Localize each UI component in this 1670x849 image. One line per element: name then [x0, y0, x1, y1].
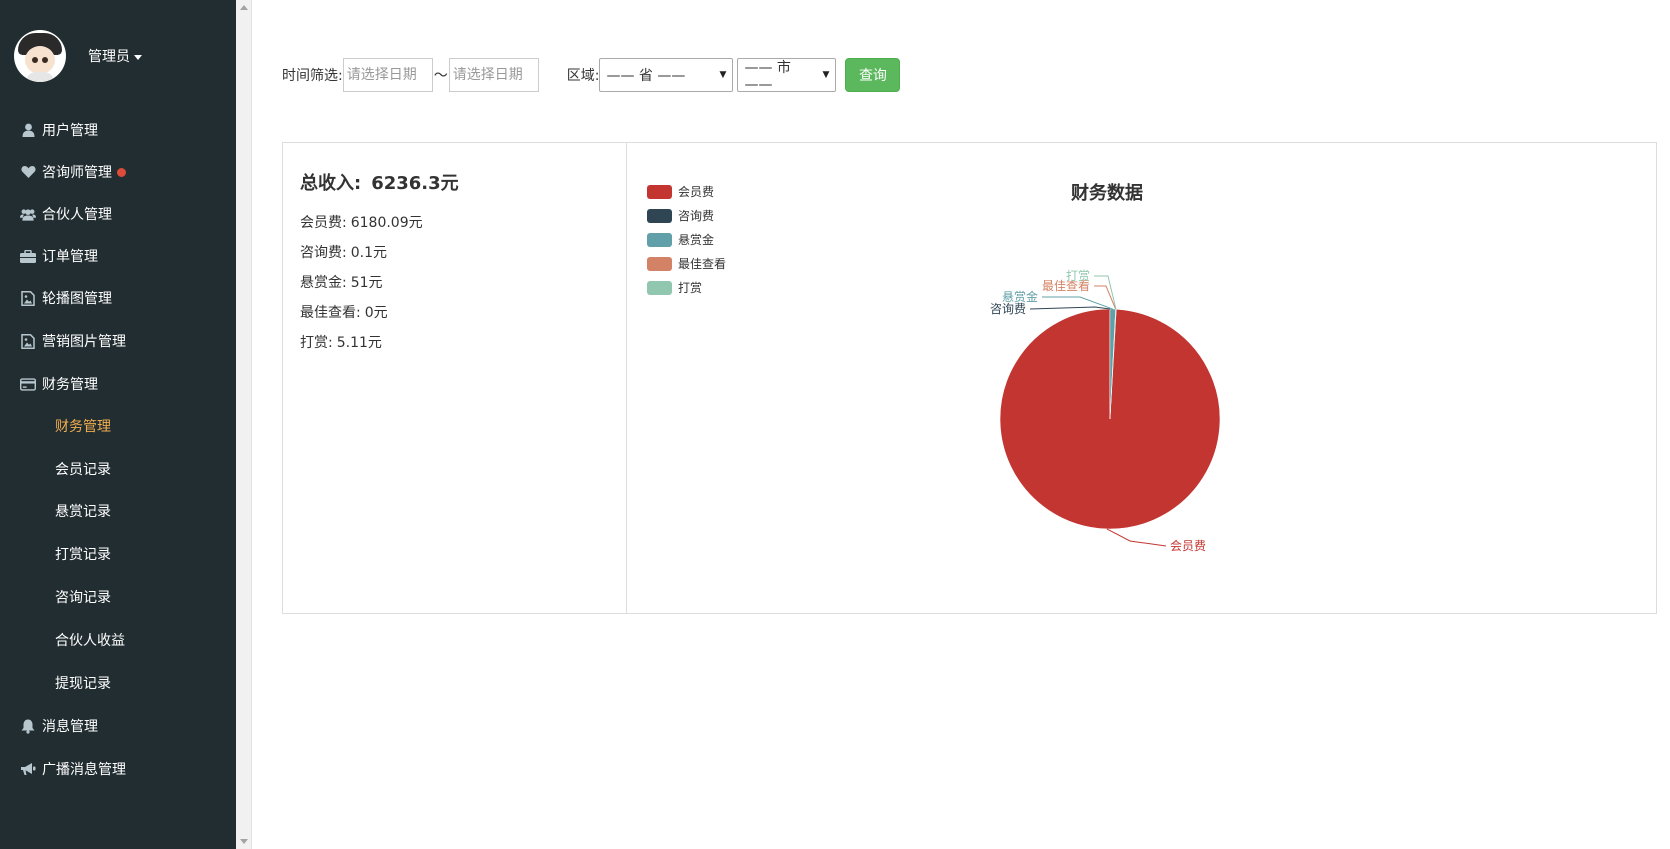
- scroll-down-icon[interactable]: [240, 839, 248, 844]
- sidebar: 管理员 用户管理 咨询师管理 合伙人管理 订单管理 轮播图管理 营销图片管理 财…: [0, 0, 236, 849]
- stat-label: 最佳查看:: [300, 305, 361, 321]
- vertical-scrollbar[interactable]: [236, 0, 252, 849]
- menu-label: 订单管理: [42, 249, 98, 265]
- menu-user-management[interactable]: 用户管理: [20, 120, 98, 140]
- menu-finance-management[interactable]: 财务管理: [20, 374, 98, 394]
- label-line: [1106, 528, 1167, 547]
- label-line: [1094, 275, 1117, 310]
- stat-row: 最佳查看: 0元: [300, 302, 388, 322]
- menu-label: 用户管理: [42, 123, 98, 139]
- menu-carousel-management[interactable]: 轮播图管理: [20, 288, 112, 308]
- menu-label: 财务管理: [42, 377, 98, 393]
- menu-order-management[interactable]: 订单管理: [20, 246, 98, 266]
- bell-icon: [20, 718, 36, 734]
- submenu-partner-earnings[interactable]: 合伙人收益: [55, 630, 125, 650]
- user-menu-toggle[interactable]: 管理员: [88, 46, 142, 66]
- image-icon: [20, 290, 36, 306]
- submenu-withdrawal-records[interactable]: 提现记录: [55, 673, 111, 693]
- scroll-up-icon[interactable]: [240, 5, 248, 10]
- slice-label: 打赏: [1066, 269, 1090, 283]
- image-icon: [20, 333, 36, 349]
- menu-label: 广播消息管理: [42, 762, 126, 778]
- total-income: 总收入: 6236.3元: [300, 169, 459, 195]
- user-profile: 管理员: [14, 30, 142, 82]
- stat-label: 咨询费:: [300, 245, 347, 261]
- total-income-label: 总收入:: [300, 173, 362, 194]
- submenu-label: 合伙人收益: [55, 633, 125, 649]
- menu-message-management[interactable]: 消息管理: [20, 716, 98, 736]
- pie-chart: 会员费咨询费悬赏金最佳查看打赏: [990, 269, 1221, 553]
- submenu-label: 提现记录: [55, 676, 111, 692]
- total-income-value: 6236.3元: [371, 173, 459, 194]
- submenu-label: 打赏记录: [55, 547, 111, 563]
- province-select-value: —— 省 ——: [606, 68, 686, 84]
- stat-value: 0元: [364, 305, 388, 321]
- avatar[interactable]: [14, 30, 66, 82]
- date-range-separator: 〜: [433, 68, 448, 84]
- city-select-value: —— 市 ——: [744, 60, 791, 93]
- submenu-consultation-records[interactable]: 咨询记录: [55, 587, 111, 607]
- province-select[interactable]: —— 省 —— ▼: [599, 58, 734, 92]
- menu-label: 合伙人管理: [42, 207, 112, 223]
- slice-label: 会员费: [1170, 539, 1206, 553]
- menu-consultant-management[interactable]: 咨询师管理: [20, 162, 126, 182]
- stat-label: 打赏:: [300, 335, 333, 351]
- menu-label: 消息管理: [42, 719, 98, 735]
- stat-label: 会员费:: [300, 215, 347, 231]
- finance-chart-panel: 会员费 咨询费 悬赏金 最佳查看 打赏 财务数据 会员费 咨询费 悬赏金 最佳查看 打赏: [626, 142, 1657, 614]
- submenu-member-records[interactable]: 会员记录: [55, 459, 111, 479]
- end-date-input[interactable]: [448, 58, 539, 92]
- menu-label: 咨询师管理: [42, 165, 112, 181]
- slice-label: 悬赏金: [1002, 289, 1038, 304]
- time-filter-label: 时间筛选:: [282, 68, 343, 84]
- stat-value: 0.1元: [350, 245, 387, 261]
- submenu-tip-records[interactable]: 打赏记录: [55, 544, 111, 564]
- submenu-label: 悬赏记录: [55, 504, 111, 520]
- start-date-input[interactable]: [342, 58, 433, 92]
- user-name: 管理员: [88, 49, 130, 65]
- submenu-label: 财务管理: [55, 419, 111, 435]
- submenu-label: 咨询记录: [55, 590, 111, 606]
- stat-row: 会员费: 6180.09元: [300, 212, 423, 232]
- submenu-label: 会员记录: [55, 462, 111, 478]
- dropdown-arrow-icon: ▼: [822, 70, 830, 80]
- caret-down-icon: [134, 54, 142, 60]
- stat-label: 悬赏金:: [300, 275, 347, 291]
- stat-row: 悬赏金: 51元: [300, 272, 383, 292]
- submenu-finance-management[interactable]: 财务管理: [55, 416, 111, 436]
- region-label: 区域:: [566, 68, 600, 84]
- bullhorn-icon: [20, 761, 36, 777]
- query-button[interactable]: 查询: [845, 58, 901, 92]
- city-select[interactable]: —— 市 —— ▼: [737, 58, 837, 93]
- menu-partner-management[interactable]: 合伙人管理: [20, 204, 112, 224]
- filter-bar: 时间筛选: 〜 区域: —— 省 —— ▼ —— 市 —— ▼ 查询: [282, 58, 901, 93]
- submenu-reward-records[interactable]: 悬赏记录: [55, 501, 111, 521]
- label-line: [1029, 306, 1111, 310]
- stat-value: 51元: [350, 275, 383, 291]
- stat-value: 6180.09元: [350, 215, 423, 231]
- income-summary-panel: 总收入: 6236.3元 会员费: 6180.09元 咨询费: 0.1元 悬赏金: 51…: [282, 142, 627, 614]
- heart-icon: [20, 164, 36, 180]
- menu-marketing-image-management[interactable]: 营销图片管理: [20, 331, 126, 351]
- dropdown-arrow-icon: ▼: [719, 70, 727, 80]
- user-icon: [20, 122, 36, 138]
- stat-row: 咨询费: 0.1元: [300, 242, 387, 262]
- menu-broadcast-management[interactable]: 广播消息管理: [20, 759, 126, 779]
- stat-value: 5.11元: [336, 335, 382, 351]
- briefcase-icon: [20, 248, 36, 264]
- menu-label: 营销图片管理: [42, 334, 126, 350]
- menu-label: 轮播图管理: [42, 291, 112, 307]
- users-icon: [20, 206, 36, 222]
- notification-dot: [117, 167, 126, 177]
- stat-row: 打赏: 5.11元: [300, 332, 382, 352]
- credit-card-icon: [20, 376, 36, 392]
